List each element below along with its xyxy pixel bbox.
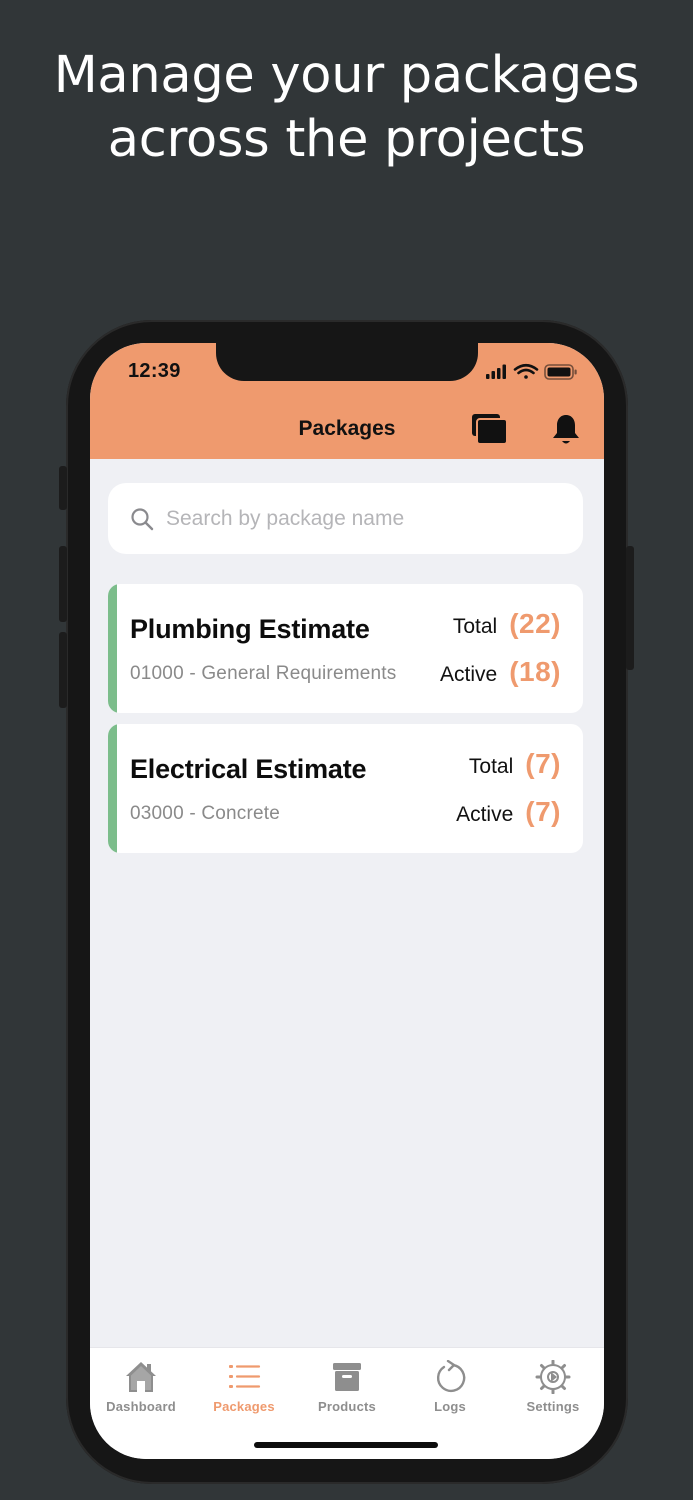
phone-volume-up: [59, 546, 67, 622]
tab-label: Dashboard: [106, 1399, 176, 1414]
active-label: Active: [456, 803, 514, 826]
search-icon: [131, 508, 154, 531]
status-icons: [486, 363, 577, 380]
page-title: Packages: [298, 417, 396, 440]
app-screen: 12:39 Packages Search by package name Pl…: [90, 343, 604, 1459]
package-code: 03000 - Concrete: [130, 803, 281, 824]
tab-label: Logs: [434, 1399, 466, 1414]
archive-box-icon: [333, 1363, 361, 1391]
list-icon: [229, 1365, 261, 1388]
top-bar: 12:39 Packages: [90, 343, 604, 459]
phone-power-button: [626, 546, 634, 670]
package-name: Plumbing Estimate: [130, 614, 370, 644]
card-accent-bar: [108, 724, 117, 853]
phone-notch: [216, 343, 478, 381]
package-card[interactable]: Plumbing Estimate 01000 - General Requir…: [108, 584, 583, 713]
search-input[interactable]: [166, 483, 566, 554]
home-indicator: [254, 1442, 438, 1448]
signal-icon: [486, 364, 506, 379]
total-count: (7): [525, 748, 561, 779]
tab-dashboard[interactable]: Dashboard: [90, 1348, 192, 1428]
total-label: Total: [468, 755, 514, 778]
refresh-icon: [437, 1360, 466, 1392]
promo-headline: Manage your packages across the projects: [0, 44, 693, 172]
tab-label: Products: [318, 1399, 376, 1414]
home-icon: [126, 1362, 156, 1392]
package-name: Electrical Estimate: [130, 754, 367, 784]
tab-packages[interactable]: Packages: [193, 1348, 295, 1428]
search-box[interactable]: [108, 483, 583, 554]
total-label: Total: [452, 615, 498, 638]
headline-line-2: across the projects: [107, 110, 586, 169]
active-count: (7): [525, 796, 561, 827]
package-card[interactable]: Electrical Estimate 03000 - Concrete Tot…: [108, 724, 583, 853]
bell-icon[interactable]: [551, 413, 581, 447]
tab-logs[interactable]: Logs: [399, 1348, 501, 1428]
wifi-icon: [513, 363, 539, 379]
tab-products[interactable]: Products: [296, 1348, 398, 1428]
active-count: (18): [509, 656, 561, 687]
headline-line-1: Manage your packages: [53, 46, 640, 105]
active-stat: Active (7): [456, 796, 561, 828]
projects-stack-icon[interactable]: [471, 413, 509, 445]
total-stat: Total (7): [469, 748, 561, 780]
phone-volume-down: [59, 632, 67, 708]
card-accent-bar: [108, 584, 117, 713]
gear-icon: [535, 1360, 571, 1394]
status-time: 12:39: [128, 360, 181, 382]
total-count: (22): [509, 608, 561, 639]
package-code: 01000 - General Requirements: [130, 663, 397, 684]
tab-settings[interactable]: Settings: [502, 1348, 604, 1428]
tab-label: Settings: [526, 1399, 580, 1414]
active-stat: Active (18): [440, 656, 561, 688]
phone-mute-switch: [59, 466, 67, 510]
active-label: Active: [440, 663, 498, 686]
total-stat: Total (22): [453, 608, 561, 640]
tab-label: Packages: [213, 1399, 275, 1414]
battery-icon: [544, 364, 577, 380]
